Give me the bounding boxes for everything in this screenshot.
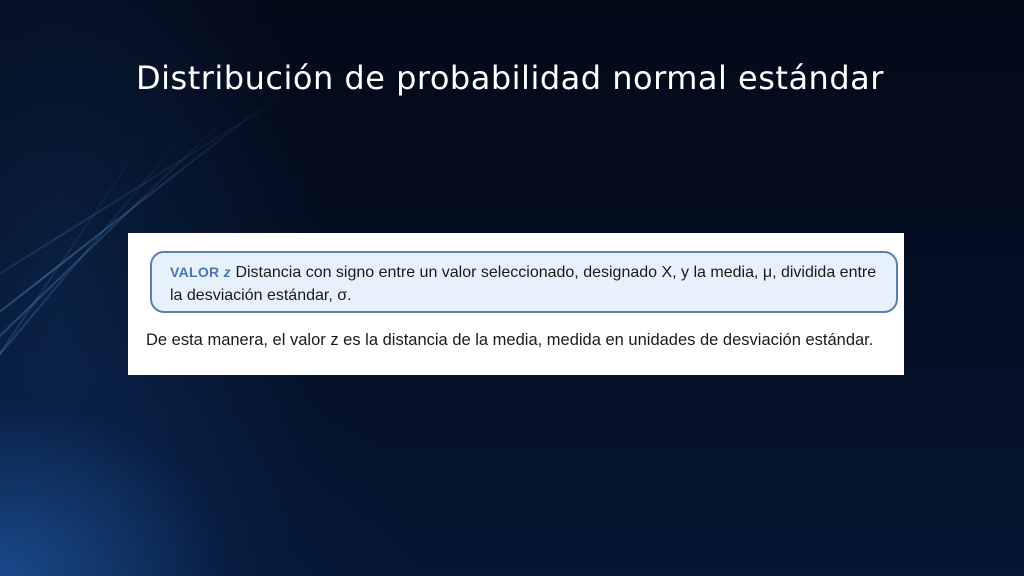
definition-term: VALOR z: [170, 264, 231, 280]
definition-term-word: VALOR: [170, 264, 220, 280]
slide-title: Distribución de probabilidad normal está…: [136, 59, 884, 97]
slide: Distribución de probabilidad normal está…: [0, 0, 1024, 576]
definition-box: VALOR z Distancia con signo entre un val…: [150, 251, 898, 313]
textbook-excerpt-image: VALOR z Distancia con signo entre un val…: [128, 233, 904, 375]
definition-text: Distancia con signo entre un valor selec…: [170, 264, 877, 304]
explanation-paragraph: De esta manera, el valor z es la distanc…: [146, 331, 874, 349]
definition-term-variable: z: [223, 264, 231, 280]
